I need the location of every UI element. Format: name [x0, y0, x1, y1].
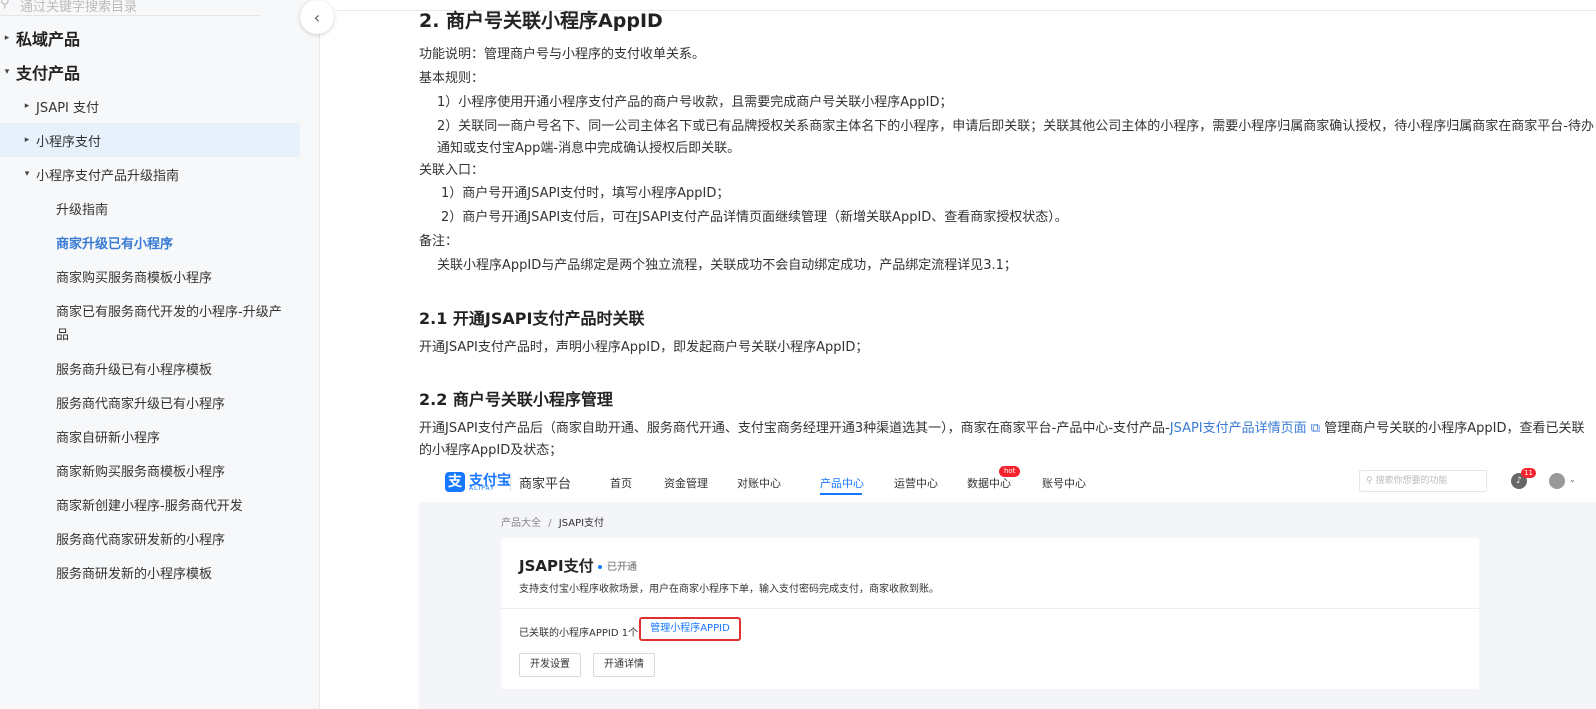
platform-navbar: 支 支付宝 ALIPAY 商家平台 首页 资金管理 对账中心 产品中心 运营中心… [419, 460, 1596, 502]
hot-badge: hot [999, 466, 1021, 477]
sidebar-item-payment-products[interactable]: ▾ 支付产品 [0, 55, 300, 89]
menu-home[interactable]: 首页 [610, 475, 632, 491]
active-menu-indicator [820, 493, 862, 495]
sidebar-item-merchant-upgrade-existing[interactable]: 商家升级已有小程序 [0, 225, 300, 259]
sidebar-item-merchant-new-isv-dev[interactable]: 商家新创建小程序-服务商代开发 [0, 487, 300, 521]
card-title: JSAPI支付 [519, 557, 594, 575]
status-dot [598, 565, 602, 569]
entry-label: 关联入口： [419, 163, 485, 178]
menu-account-center[interactable]: 账号中心 [1042, 475, 1086, 491]
sidebar-item-isv-dev-for-merchant[interactable]: 服务商代商家研发新的小程序 [0, 521, 300, 555]
caret-down-icon: ▾ [24, 169, 30, 179]
caret-down-icon: ▾ [4, 67, 10, 77]
collapse-sidebar-button[interactable]: ‹ [300, 0, 334, 34]
section-2-1-text: 开通JSAPI支付产品时，声明小程序AppID，即发起商户号关联小程序AppID… [419, 340, 869, 355]
sidebar-item-isv-upgrade-template[interactable]: 服务商升级已有小程序模板 [0, 351, 300, 385]
logo-divider [510, 473, 511, 491]
notification-count: 11 [1521, 468, 1536, 478]
entry-1: 1）商户号开通JSAPI支付时，填写小程序AppID； [441, 186, 730, 201]
function-description: 功能说明：管理商户号与小程序的支付收单关系。 [419, 47, 706, 62]
catalog-search-placeholder: 通过关键字搜索目录 [20, 0, 138, 15]
platform-search-input[interactable]: ⚲ 搜索你想要的功能 [1359, 470, 1487, 492]
sidebar-item-isv-dev-template[interactable]: 服务商研发新的小程序模板 [0, 555, 300, 589]
menu-funds[interactable]: 资金管理 [664, 475, 708, 491]
section-2-2-heading: 2.2 商户号关联小程序管理 [419, 390, 613, 409]
section-2-1-heading: 2.1 开通JSAPI支付产品时关联 [419, 309, 645, 328]
manage-appid-button[interactable]: 管理小程序APPID [639, 617, 741, 641]
sidebar-item-upgrade-guide[interactable]: 升级指南 [0, 191, 300, 225]
basic-rules-label: 基本规则： [419, 71, 485, 86]
menu-product-center[interactable]: 产品中心 [820, 475, 864, 491]
sidebar-item-miniapp-pay[interactable]: ▸ 小程序支付 [0, 123, 300, 157]
rule-1: 1）小程序使用开通小程序支付产品的商户号收款，且需要完成商户号关联小程序AppI… [437, 95, 953, 110]
sidebar-item-merchant-isv-dev-upgrade[interactable]: 商家已有服务商代开发的小程序-升级产品 [0, 293, 290, 345]
section-2-2-text: 开通JSAPI支付产品后（商家自助开通、服务商代开通、支付宝商务经理开通3种渠道… [419, 421, 1585, 458]
chevron-down-icon: ⌄ [1569, 475, 1576, 484]
breadcrumb-root[interactable]: 产品大全 [501, 518, 541, 529]
jsapi-detail-link[interactable]: JSAPI支付产品详情页面 [1170, 421, 1307, 436]
catalog-search[interactable]: ⚲ 通过关键字搜索目录 [0, 0, 260, 16]
article: 2. 商户号关联小程序AppID 功能说明：管理商户号与小程序的支付收单关系。 … [419, 0, 1596, 709]
dev-settings-button[interactable]: 开发设置 [519, 653, 581, 677]
breadcrumb-current: JSAPI支付 [558, 518, 605, 529]
menu-data-center[interactable]: 数据中心 [967, 475, 1011, 491]
sidebar-item-merchant-self-dev[interactable]: 商家自研新小程序 [0, 419, 300, 453]
external-link-icon: ⧉ [1306, 421, 1321, 436]
menu-reconciliation[interactable]: 对账中心 [737, 475, 781, 491]
activation-details-button[interactable]: 开通详情 [593, 653, 655, 677]
caret-right-icon: ▸ [24, 101, 30, 111]
chevron-left-icon: ‹ [313, 7, 321, 27]
rule-2: 2）关联同一商户号名下、同一公司主体名下或已有品牌授权关系商家主体名下的小程序，… [437, 119, 1594, 156]
alipay-logo-icon: 支 [445, 472, 465, 492]
associated-appid-count: 已关联的小程序APPID 1个 [519, 628, 639, 639]
merchant-platform-screenshot: 支 支付宝 ALIPAY 商家平台 首页 资金管理 对账中心 产品中心 运营中心… [419, 460, 1596, 709]
menu-operations[interactable]: 运营中心 [894, 475, 938, 491]
sidebar-item-upgrade-guide-group[interactable]: ▾ 小程序支付产品升级指南 [0, 157, 300, 191]
platform-name: 商家平台 [519, 477, 572, 492]
divider [501, 608, 1479, 609]
jsapi-product-card: JSAPI支付 已开通 支持支付宝小程序收款场景，用户在商家小程序下单，输入支付… [501, 538, 1479, 689]
breadcrumb: 产品大全 / JSAPI支付 [501, 518, 605, 529]
sidebar: ⚲ 通过关键字搜索目录 ▸ 私域产品 ▾ 支付产品 ▸ JSAPI 支付 ▸ 小… [0, 0, 320, 709]
card-description: 支持支付宝小程序收款场景，用户在商家小程序下单，输入支付密码完成支付，商家收款到… [519, 584, 939, 595]
alipay-logo-sub: ALIPAY [469, 485, 495, 492]
note-text: 关联小程序AppID与产品绑定是两个独立流程，关联成功不会自动绑定成功，产品绑定… [437, 258, 1017, 273]
avatar[interactable] [1549, 473, 1565, 489]
caret-right-icon: ▸ [4, 33, 10, 43]
sidebar-item-merchant-buy-template[interactable]: 商家购买服务商模板小程序 [0, 259, 300, 293]
sidebar-item-private-domain[interactable]: ▸ 私域产品 [0, 21, 300, 55]
sidebar-item-isv-upgrade-for-merchant[interactable]: 服务商代商家升级已有小程序 [0, 385, 300, 419]
caret-right-icon: ▸ [24, 135, 30, 145]
sidebar-item-merchant-new-buy-template[interactable]: 商家新购买服务商模板小程序 [0, 453, 300, 487]
page-title: 2. 商户号关联小程序AppID [419, 10, 663, 32]
sidebar-item-jsapi[interactable]: ▸ JSAPI 支付 [0, 89, 300, 123]
entry-2: 2）商户号开通JSAPI支付后，可在JSAPI支付产品详情页面继续管理（新增关联… [441, 210, 1068, 225]
status-badge: 已开通 [607, 562, 637, 573]
note-label: 备注： [419, 234, 459, 249]
search-icon: ⚲ [0, 0, 10, 11]
